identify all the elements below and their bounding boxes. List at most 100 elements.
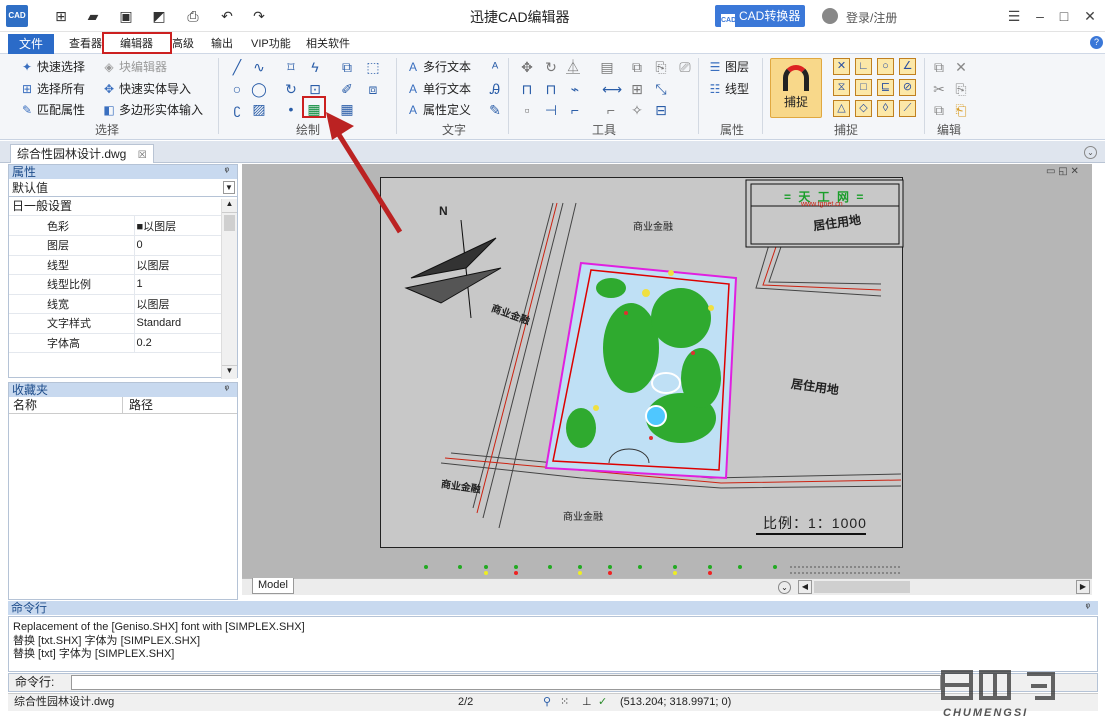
scroll-thumb[interactable] bbox=[224, 215, 235, 231]
login-link[interactable]: 登录/注册 bbox=[846, 9, 897, 26]
command-input[interactable] bbox=[71, 675, 941, 690]
angle-icon[interactable]: ⌐ bbox=[566, 101, 584, 119]
ortho-toggle-icon[interactable]: ⊥ bbox=[582, 694, 592, 711]
document-tab[interactable]: 综合性园林设计.dwg ☒ bbox=[10, 144, 154, 163]
linetype-button[interactable]: ☷ 线型 bbox=[708, 80, 749, 97]
prop-value[interactable]: 0 bbox=[134, 235, 221, 256]
maximize-button[interactable]: □ bbox=[1054, 6, 1074, 26]
fill-icon[interactable]: ▤ bbox=[598, 58, 616, 76]
snap-center-icon[interactable]: ○ bbox=[877, 58, 894, 75]
cut-icon[interactable]: ✂ bbox=[930, 80, 948, 98]
prop-value[interactable]: ■以图层 bbox=[134, 216, 221, 236]
copy-shape-icon[interactable]: ⧈ bbox=[364, 80, 382, 98]
chevron-down-icon[interactable]: ▼ bbox=[223, 181, 235, 194]
horizontal-scrollbar[interactable]: ⌄ ◀ ▶ bbox=[242, 578, 1092, 595]
table-row[interactable]: 文字样式 Standard bbox=[9, 313, 221, 334]
extend-icon[interactable]: ⌐ bbox=[602, 101, 620, 119]
delete-icon[interactable]: ✕ bbox=[952, 58, 970, 76]
mtext-button[interactable]: A 多行文本 bbox=[406, 58, 471, 75]
snap-toggle-icon[interactable]: ⚲ bbox=[543, 694, 551, 711]
stamp-icon[interactable]: ⎚ bbox=[676, 58, 694, 76]
text-edit-icon[interactable]: Ꭿ bbox=[486, 80, 504, 98]
prop-value[interactable]: 以图层 bbox=[134, 294, 221, 314]
point-icon[interactable]: • bbox=[282, 100, 300, 118]
arc-icon[interactable]: ↻ bbox=[282, 80, 300, 98]
pdf-icon[interactable]: ◩ bbox=[150, 7, 168, 25]
attdef-button[interactable]: A 属性定义 bbox=[406, 101, 471, 118]
snap-perpendicular-icon[interactable]: ∟ bbox=[855, 58, 872, 75]
drawing-paper[interactable]: N = 天 工 网 = www.tgnet.cn 居住用地 商业金融 商业金融 … bbox=[380, 177, 904, 548]
window-icon[interactable]: ⊓ bbox=[542, 80, 560, 98]
snap-triangle-icon[interactable]: △ bbox=[833, 100, 850, 117]
dimension-icon[interactable]: ⟷ bbox=[602, 80, 622, 98]
model-tab[interactable]: Model bbox=[252, 578, 294, 594]
tab-file[interactable]: 文件 bbox=[8, 34, 54, 54]
scroll-down-icon[interactable]: ▼ bbox=[222, 365, 237, 379]
paste-special-icon[interactable]: ⎗ bbox=[952, 101, 970, 119]
spline-icon[interactable]: ϟ bbox=[306, 58, 324, 76]
print-icon[interactable]: ⎙ bbox=[184, 7, 202, 25]
move-icon[interactable]: ✥ bbox=[518, 58, 536, 76]
tab-output[interactable]: 输出 bbox=[205, 34, 239, 54]
undo-icon[interactable]: ↶ bbox=[218, 7, 236, 25]
copy-icon[interactable]: ⧉ bbox=[930, 58, 948, 76]
close-tab-icon[interactable]: ☒ bbox=[138, 150, 147, 161]
polyline-icon[interactable]: ∿ bbox=[250, 58, 268, 76]
line-icon[interactable]: ╱ bbox=[228, 58, 246, 76]
user-icon[interactable] bbox=[822, 8, 838, 24]
minimize-button[interactable]: – bbox=[1030, 6, 1050, 26]
table-row[interactable]: 字体高 0.2 bbox=[9, 333, 221, 353]
region-icon[interactable]: ⬚ bbox=[364, 58, 382, 76]
select-all-button[interactable]: ⊞ 选择所有 bbox=[20, 80, 85, 97]
pin-icon[interactable]: ᵠ bbox=[225, 383, 229, 397]
poly-input-button[interactable]: ◧ 多边形实体输入 bbox=[102, 101, 203, 118]
snap-angle-icon[interactable]: ∠ bbox=[899, 58, 916, 75]
chevron-down-icon[interactable]: ⌄ bbox=[1084, 146, 1097, 159]
snap-node-icon[interactable]: ◇ bbox=[855, 100, 872, 117]
menu-icon[interactable]: ☰ bbox=[1004, 6, 1024, 26]
snap-button[interactable]: 捕捉 bbox=[770, 58, 822, 118]
general-section[interactable]: 日一般设置 bbox=[9, 197, 221, 216]
layer-button[interactable]: ☰ 图层 bbox=[708, 58, 749, 75]
block-editor-button[interactable]: ◈ 块编辑器 bbox=[102, 58, 167, 75]
pen-icon[interactable]: ✐ bbox=[338, 80, 356, 98]
grid-toggle-icon[interactable]: ⁙ bbox=[560, 694, 569, 711]
tab-vip[interactable]: VIP功能 bbox=[245, 34, 297, 54]
scroll-left-icon[interactable]: ◀ bbox=[798, 580, 812, 594]
table-row[interactable]: 线型比例 1 bbox=[9, 274, 221, 295]
rectangle-icon[interactable]: ⌑ bbox=[282, 58, 300, 76]
pattern-icon[interactable]: ▨ bbox=[250, 100, 268, 118]
new-file-icon[interactable]: ⊞ bbox=[52, 7, 70, 25]
chevron-down-icon[interactable]: ⌄ bbox=[778, 581, 791, 594]
prop-value[interactable]: 0.2 bbox=[134, 333, 221, 353]
prop-value[interactable]: 以图层 bbox=[134, 255, 221, 275]
tab-related[interactable]: 相关软件 bbox=[300, 34, 356, 54]
close-button[interactable]: ✕ bbox=[1080, 6, 1100, 26]
curve-icon[interactable]: ʗ bbox=[228, 100, 246, 118]
scroll-right-icon[interactable]: ▶ bbox=[1076, 580, 1090, 594]
cad-converter-button[interactable]: CAD CAD转换器 bbox=[715, 5, 805, 28]
align-icon[interactable]: ▫ bbox=[518, 101, 536, 119]
table-row[interactable]: 图层 0 bbox=[9, 235, 221, 256]
redo-icon[interactable]: ↷ bbox=[250, 7, 268, 25]
mirror-icon[interactable]: ⏅ bbox=[564, 58, 582, 76]
save-icon[interactable]: ▣ bbox=[117, 7, 135, 25]
scale-icon[interactable]: ⤡ bbox=[652, 80, 670, 98]
stext-button[interactable]: A 单行文本 bbox=[406, 80, 471, 97]
block-tool-icon[interactable]: ⊓ bbox=[518, 80, 536, 98]
column-name[interactable]: 名称 bbox=[13, 397, 37, 413]
scroll-thumb[interactable] bbox=[814, 581, 910, 593]
scroll-up-icon[interactable]: ▲ bbox=[222, 199, 237, 213]
column-path[interactable]: 路径 bbox=[129, 397, 153, 413]
prop-value[interactable]: 1 bbox=[134, 274, 221, 295]
chart-tool-icon[interactable]: ⌁ bbox=[566, 80, 584, 98]
snap-nearest-icon[interactable]: ⟋ bbox=[899, 100, 916, 117]
circle-icon[interactable]: ○ bbox=[228, 80, 246, 98]
pin-icon[interactable]: ᵠ bbox=[225, 165, 229, 179]
help-icon[interactable]: ? bbox=[1090, 36, 1103, 49]
snap-quadrant-icon[interactable]: ◊ bbox=[877, 100, 894, 117]
table-row[interactable]: 线宽 以图层 bbox=[9, 294, 221, 314]
pin-icon[interactable]: ᵠ bbox=[1086, 601, 1090, 615]
open-folder-icon[interactable]: ▰ bbox=[84, 7, 102, 25]
snap-tangent-icon[interactable]: ⊘ bbox=[899, 79, 916, 96]
